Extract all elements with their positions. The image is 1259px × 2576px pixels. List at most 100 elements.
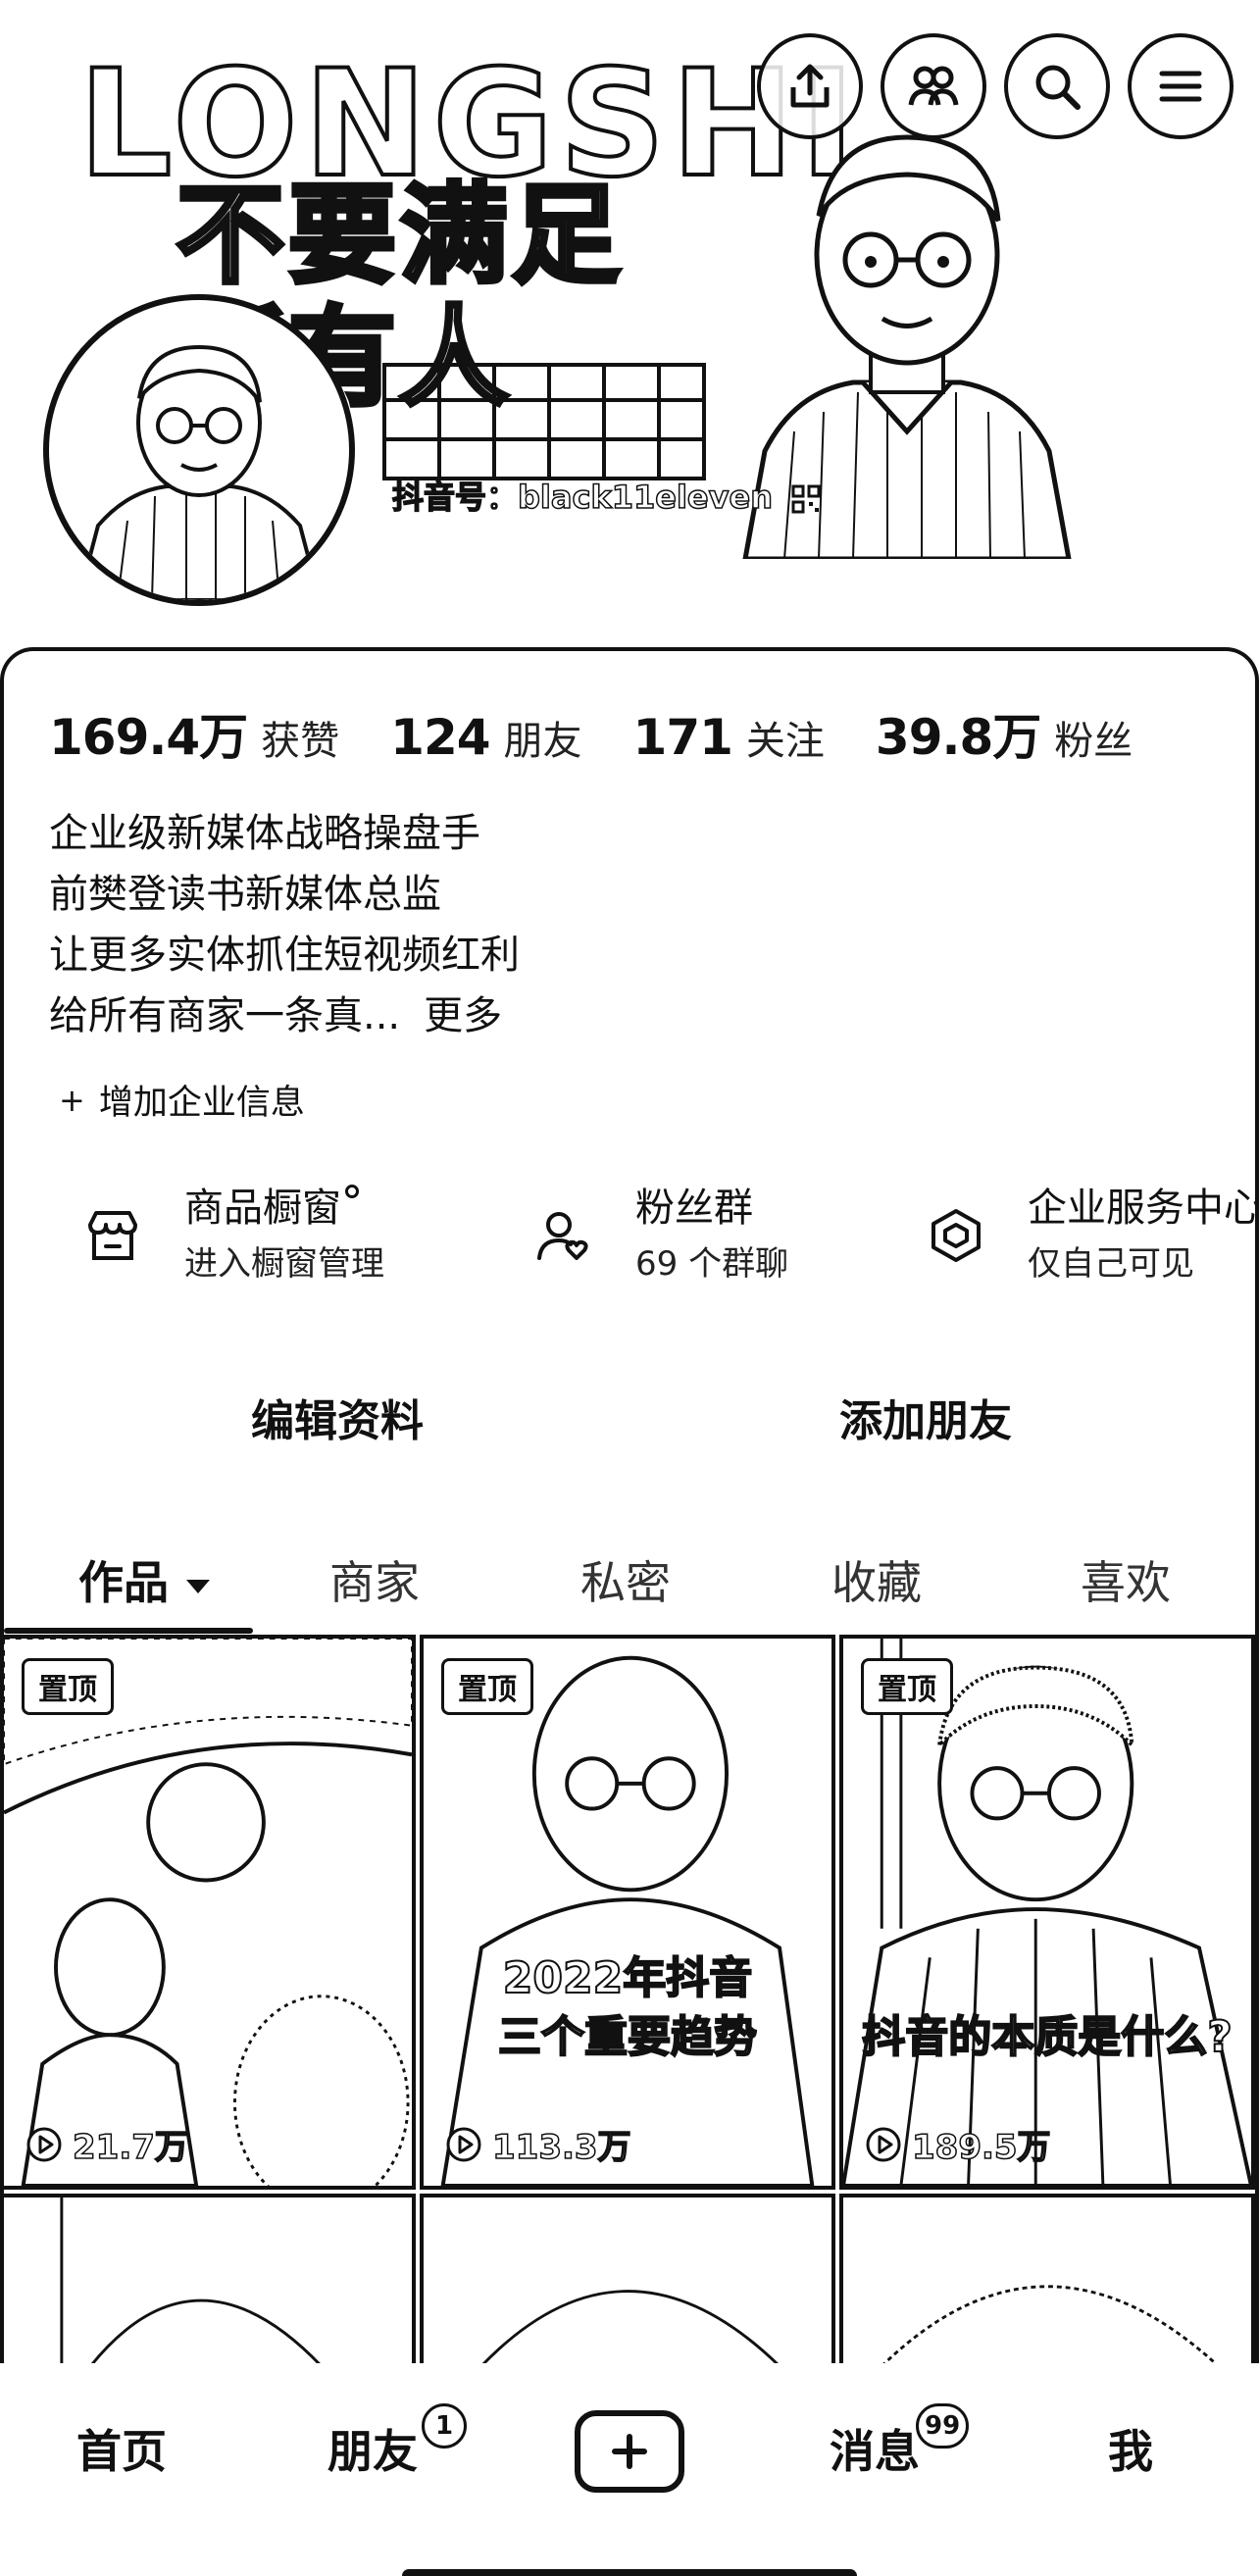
stat-number: 39.8万 (875, 709, 1041, 766)
pinned-badge: 置顶 (22, 1658, 114, 1715)
service-title: 企业服务中心 (1028, 1186, 1259, 1231)
service-enterprise[interactable]: 企业服务中心 仅自己可见 (926, 1181, 1259, 1288)
storefront-icon (88, 1211, 137, 1260)
view-count: 21.7万 (25, 2120, 189, 2168)
service-storefront[interactable]: 商品橱窗 进入橱窗管理 (82, 1181, 384, 1288)
avatar[interactable] (43, 294, 355, 606)
service-subtitle: 仅自己可见 (1028, 1244, 1194, 1284)
video-caption: 2022年抖音 (502, 1952, 753, 2004)
bio-line: 企业级新媒体战略操盘手 (49, 811, 480, 856)
friends-icon (908, 66, 959, 106)
stat-following[interactable]: 171 关注 (633, 709, 825, 766)
service-text: 商品橱窗 进入橱窗管理 (184, 1181, 384, 1288)
nav-home[interactable]: 首页 (76, 2417, 167, 2486)
view-count-text: 113.3万 (491, 2127, 631, 2168)
video-caption: 抖音的本质是什么? (861, 2011, 1234, 2063)
fan-group-icon (537, 1212, 588, 1260)
active-tab-indicator (4, 1628, 253, 1634)
tab-works-label: 作品 (78, 1556, 169, 1609)
enterprise-icon (932, 1209, 981, 1262)
tab-private[interactable]: 私密 (580, 1534, 671, 1632)
pinned-badge: 置顶 (861, 1658, 953, 1715)
menu-icon (1159, 71, 1202, 102)
stat-number: 124 (390, 709, 490, 766)
stat-number: 171 (632, 709, 733, 766)
nav-messages-label: 消息 (830, 2425, 920, 2478)
add-friend-button[interactable]: 添加朋友 (680, 1383, 1171, 1461)
bio: 企业级新媒体战略操盘手 前樊登读书新媒体总监 让更多实体抓住短视频红利 给所有商… (49, 803, 520, 1046)
profile-banner: LONGSHI 不要满足 所有人 抖音号：black11eleven (0, 0, 1259, 686)
douyin-id-text: 抖音号：black11eleven (391, 478, 773, 517)
stat-likes[interactable]: 169.4万 获赞 (49, 698, 339, 769)
nav-me[interactable]: 我 (1108, 2417, 1153, 2486)
video-thumbnail (843, 1639, 1251, 2186)
service-subtitle: 69 个群聊 (635, 1244, 789, 1284)
pinned-badge: 置顶 (441, 1658, 533, 1715)
video-thumbnail (479, 2290, 781, 2366)
create-button[interactable] (575, 2410, 684, 2493)
top-action-bar (757, 33, 1234, 139)
service-subtitle: 进入橱窗管理 (184, 1244, 384, 1284)
bottom-nav: 首页 朋友 1 消息 99 我 (0, 2363, 1259, 2576)
stat-friends[interactable]: 124 朋友 (390, 709, 581, 766)
menu-button[interactable] (1128, 33, 1234, 139)
plus-icon (612, 2434, 647, 2469)
caret-down-icon[interactable] (186, 1579, 210, 1593)
add-company-label: 增加企业信息 (98, 1084, 305, 1123)
share-icon (790, 64, 830, 108)
video-tile[interactable] (839, 2194, 1255, 2370)
view-count: 113.3万 (445, 2120, 631, 2168)
video-tile[interactable] (0, 2194, 416, 2370)
qr-code-icon[interactable] (791, 484, 821, 514)
service-title: 商品橱窗 (184, 1181, 384, 1236)
search-icon (1035, 65, 1081, 110)
video-thumbnail (881, 2285, 1220, 2366)
friends-button[interactable] (881, 33, 986, 139)
bio-line: 让更多实体抓住短视频红利 (49, 933, 520, 978)
avatar-portrait (76, 344, 323, 600)
tab-likes[interactable]: 喜欢 (1081, 1534, 1171, 1632)
play-icon (866, 2127, 901, 2161)
tab-favorites[interactable]: 收藏 (831, 1534, 922, 1632)
stat-label: 关注 (745, 719, 825, 764)
content-tabs: 作品 商家 私密 收藏 喜欢 (4, 1534, 1259, 1642)
bio-line-last: 给所有商家一条真... 更多 (49, 985, 520, 1046)
notice-dot (345, 1185, 359, 1198)
nav-friends[interactable]: 朋友 1 (327, 2403, 467, 2486)
stat-label: 粉丝 (1054, 719, 1133, 764)
service-fan-group[interactable]: 粉丝群 69 个群聊 (533, 1181, 788, 1288)
bio-line: 给所有商家一条真... (49, 993, 401, 1038)
add-company-info[interactable]: + 增加企业信息 (59, 1075, 305, 1125)
tab-works[interactable]: 作品 (78, 1534, 210, 1632)
view-count: 189.5万 (865, 2120, 1051, 2168)
stats-row: 169.4万 获赞 124 朋友 171 关注 39.8万 粉丝 (49, 698, 1183, 769)
service-text: 企业服务中心 仅自己可见 (1028, 1181, 1259, 1288)
video-thumbnail (60, 2197, 323, 2366)
stat-label: 朋友 (503, 719, 582, 764)
service-text: 粉丝群 69 个群聊 (635, 1181, 788, 1288)
video-tile[interactable]: 置顶 21.7万 (0, 1635, 416, 2190)
home-indicator (402, 2569, 857, 2576)
douyin-id[interactable]: 抖音号：black11eleven (391, 473, 821, 518)
banner-brick-graphic (382, 363, 706, 480)
bio-more-link[interactable]: 更多 (424, 993, 502, 1038)
stat-label: 获赞 (261, 719, 340, 764)
video-tile[interactable]: 置顶 抖音的本质是什么? 189.5万 (839, 1635, 1255, 2190)
video-tile[interactable] (420, 2194, 835, 2370)
play-icon (446, 2127, 481, 2161)
service-entries: 商品橱窗 进入橱窗管理 粉丝群 69 个群聊 企业服务中心 仅自己可见 (4, 1181, 1259, 1308)
share-button[interactable] (757, 33, 863, 139)
messages-badge: 99 (916, 2403, 970, 2449)
video-thumbnail (440, 1655, 815, 2186)
stat-number: 169.4万 (49, 709, 248, 766)
nav-messages[interactable]: 消息 99 (830, 2403, 970, 2486)
video-tile[interactable]: 置顶 2022年抖音 三个重要趋势 113.3万 (420, 1635, 835, 2190)
video-caption: 三个重要趋势 (497, 2011, 758, 2063)
plus-icon: + (59, 1081, 85, 1119)
profile-actions: 编辑资料 添加朋友 (4, 1383, 1259, 1461)
service-title: 粉丝群 (635, 1186, 753, 1231)
search-button[interactable] (1004, 33, 1110, 139)
tab-merchant[interactable]: 商家 (329, 1534, 420, 1632)
stat-followers[interactable]: 39.8万 粉丝 (876, 698, 1133, 769)
edit-profile-button[interactable]: 编辑资料 (92, 1383, 582, 1461)
